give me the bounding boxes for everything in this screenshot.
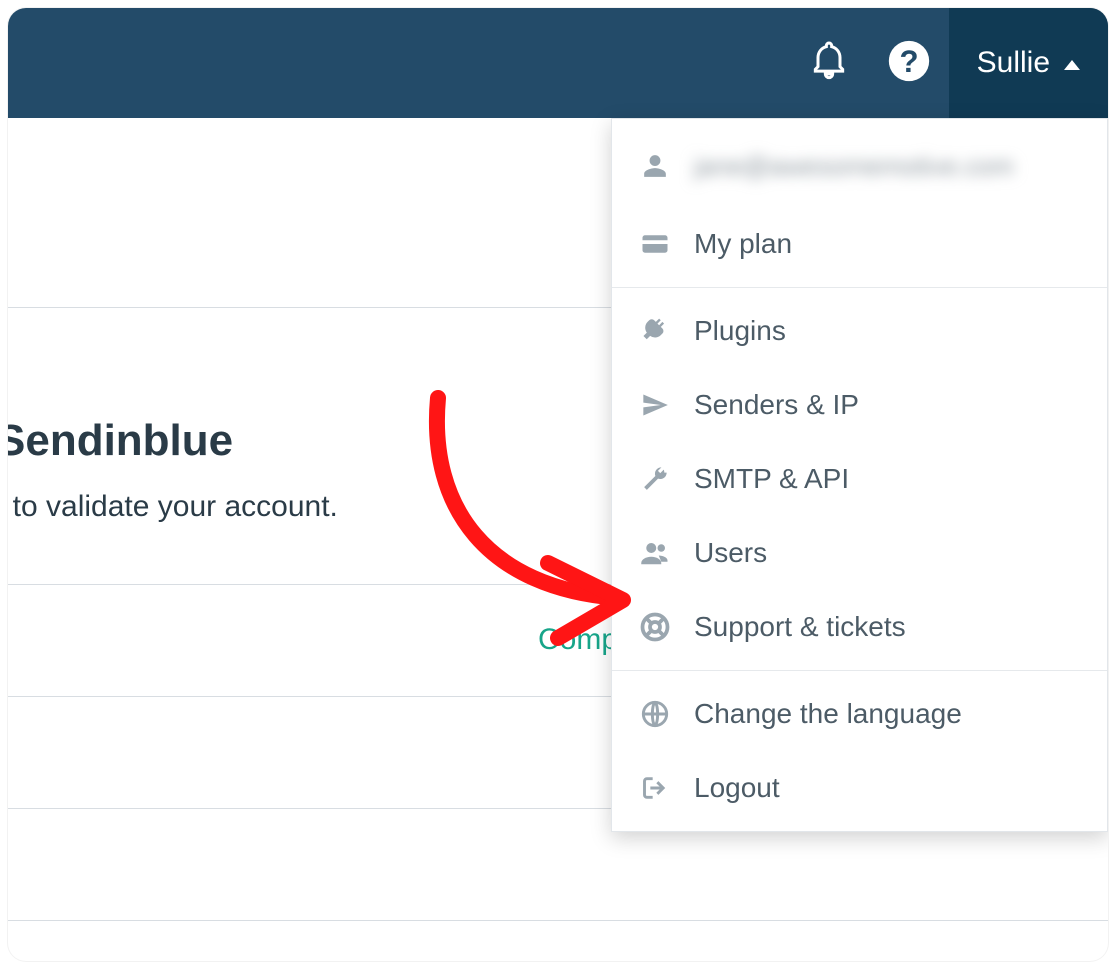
credit-card-icon: [638, 229, 672, 259]
dropdown-item-label: My plan: [694, 228, 792, 260]
topbar: ? Sullie: [8, 8, 1108, 118]
dropdown-item-label: Logout: [694, 772, 780, 804]
complete-link-fragment[interactable]: Comp: [538, 623, 618, 657]
svg-text:?: ?: [899, 44, 918, 79]
dropdown-item-plugins[interactable]: Plugins: [612, 294, 1107, 368]
dropdown-item-label: Change the language: [694, 698, 962, 730]
dropdown-item-label: Senders & IP: [694, 389, 859, 421]
dropdown-group-account: jane@awesomemotive.com My plan: [612, 119, 1107, 288]
help-button[interactable]: ?: [869, 8, 949, 118]
user-menu-trigger[interactable]: Sullie: [949, 8, 1108, 118]
globe-icon: [638, 700, 672, 728]
dropdown-item-label: Support & tickets: [694, 611, 906, 643]
app-frame: ? Sullie Sendinblue / to validate your a…: [8, 8, 1108, 961]
notifications-button[interactable]: [789, 8, 869, 118]
dropdown-item-label: Plugins: [694, 315, 786, 347]
bell-icon: [809, 41, 849, 86]
dropdown-item-senders-ip[interactable]: Senders & IP: [612, 368, 1107, 442]
page-content: Sendinblue / to validate your account. C…: [8, 118, 1108, 961]
dropdown-group-footer: Change the language Logout: [612, 671, 1107, 831]
dropdown-item-label: SMTP & API: [694, 463, 849, 495]
dropdown-item-language[interactable]: Change the language: [612, 677, 1107, 751]
dropdown-item-logout[interactable]: Logout: [612, 751, 1107, 825]
dropdown-item-users[interactable]: Users: [612, 516, 1107, 590]
username-label: Sullie: [977, 46, 1050, 80]
dropdown-item-my-plan[interactable]: My plan: [612, 207, 1107, 281]
user-dropdown: jane@awesomemotive.com My plan Plugins: [611, 118, 1108, 832]
signout-icon: [638, 774, 672, 802]
dropdown-item-label: Users: [694, 537, 767, 569]
plug-icon: [638, 317, 672, 345]
users-icon: [638, 538, 672, 568]
help-icon: ?: [887, 39, 931, 88]
dropdown-group-tools: Plugins Senders & IP SMTP & API: [612, 288, 1107, 671]
dropdown-email[interactable]: jane@awesomemotive.com: [612, 125, 1107, 207]
dropdown-email-text: jane@awesomemotive.com: [694, 151, 1014, 182]
dropdown-item-smtp-api[interactable]: SMTP & API: [612, 442, 1107, 516]
lifebuoy-icon: [638, 612, 672, 642]
user-icon: [638, 153, 672, 179]
chevron-up-icon: [1064, 60, 1080, 70]
wrench-icon: [638, 465, 672, 493]
paper-plane-icon: [638, 391, 672, 419]
dropdown-item-support[interactable]: Support & tickets: [612, 590, 1107, 664]
